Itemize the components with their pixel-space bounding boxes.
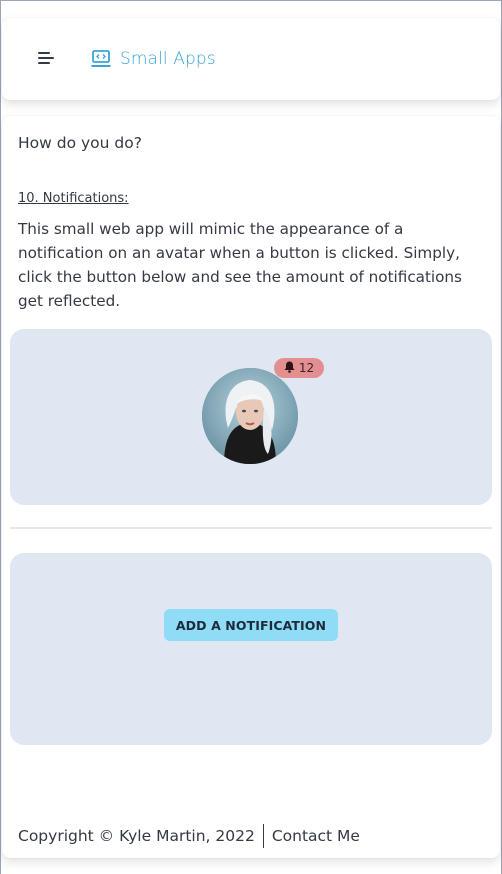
notification-count: 12 [298,361,315,375]
add-notification-button[interactable]: ADD A NOTIFICATION [164,609,338,641]
laptop-code-icon [90,50,112,68]
brand-link[interactable]: Small Apps [90,46,216,72]
app-header: Small Apps [2,18,500,100]
app-description: This small web app will mimic the appear… [18,220,462,310]
copyright-text: Copyright © Kyle Martin, 2022 [18,827,255,845]
footer-divider [262,824,264,848]
action-panel: ADD A NOTIFICATION [10,553,492,745]
footer: Copyright © Kyle Martin, 2022 Contact Me [18,824,360,848]
bell-icon [284,361,295,376]
main-card: How do you do? 10. Notifications: This s… [2,116,500,858]
greeting-text: How do you do? [18,134,142,152]
menu-icon[interactable] [38,51,56,67]
section-title: 10. Notifications: [18,191,129,206]
brand-name: Small Apps [120,49,216,69]
contact-link[interactable]: Contact Me [272,827,360,845]
avatar [202,368,298,464]
notification-badge: 12 [274,358,324,378]
avatar-panel: 12 [10,329,492,505]
divider [10,527,492,529]
